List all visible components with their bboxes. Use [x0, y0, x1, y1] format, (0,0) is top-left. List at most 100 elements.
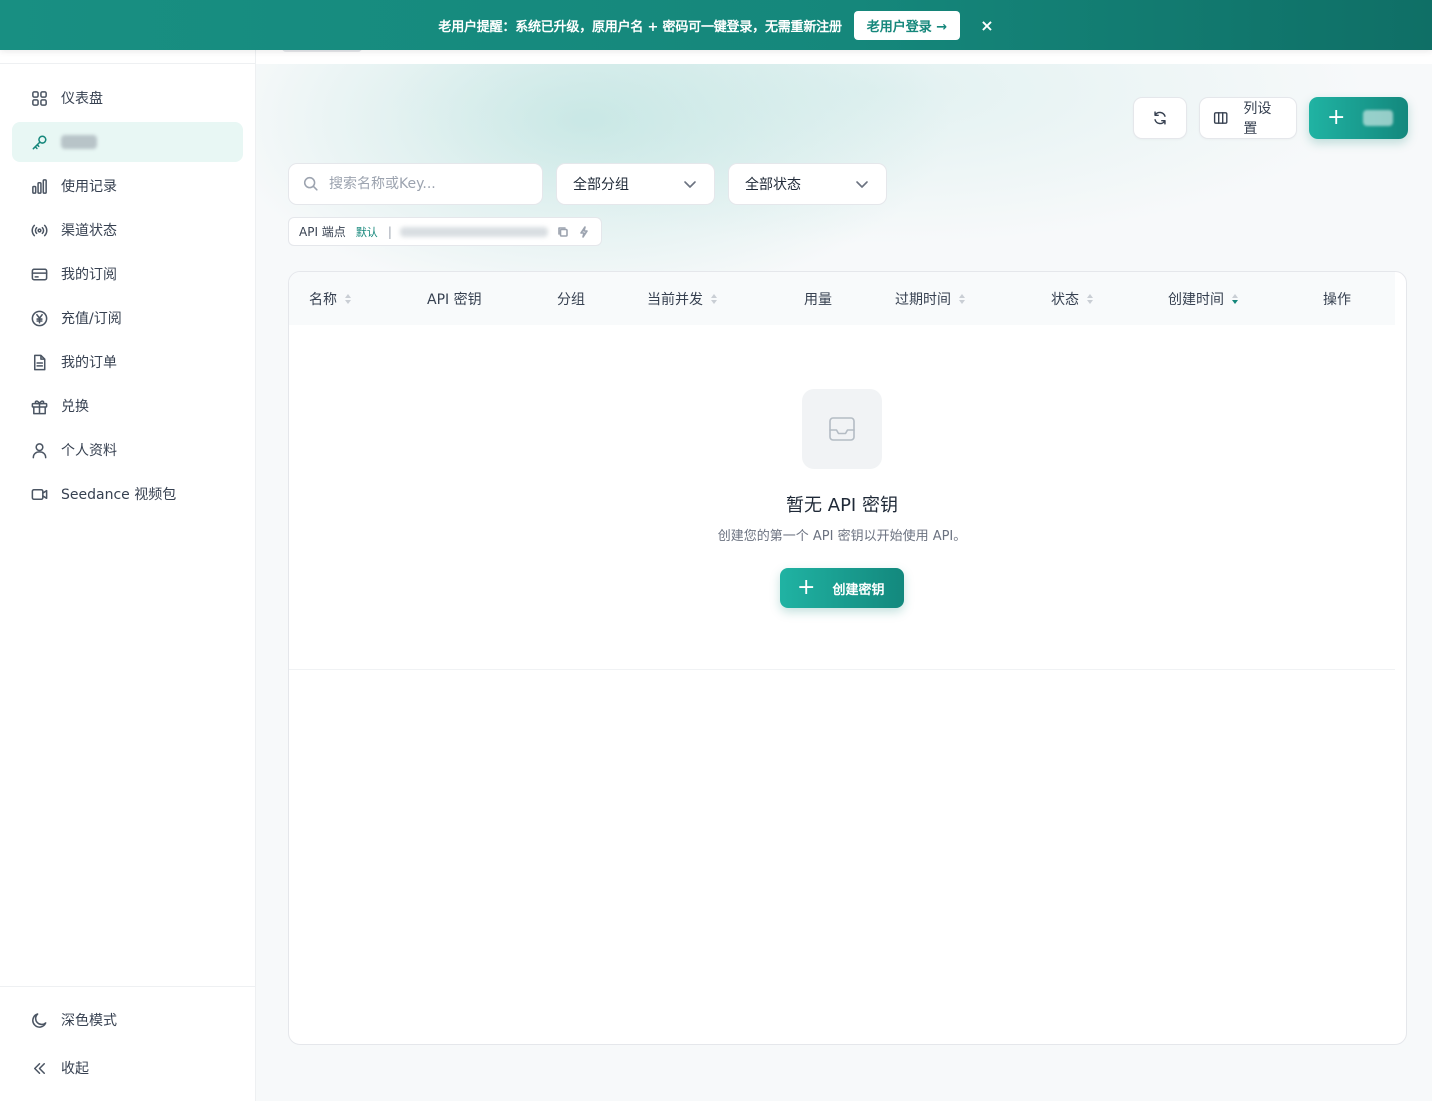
api-endpoint-url-redacted — [399, 226, 548, 237]
column-header-label: 创建时间 — [1168, 291, 1224, 308]
create-key-label: 创建密钥 — [832, 582, 885, 598]
column-header-group: 分组 — [557, 272, 585, 325]
sort-icon — [959, 293, 965, 304]
collapse-label: 收起 — [61, 1061, 89, 1077]
chevron-down-icon — [856, 181, 868, 188]
dark-mode-label: 深色模式 — [61, 1013, 117, 1029]
sidebar-item-label: 个人资料 — [61, 443, 117, 459]
credit-card-icon — [29, 264, 49, 284]
api-endpoint-bar: API 端点 默认 | — [288, 217, 602, 246]
sidebar-item-recharge[interactable]: 充值/订阅 — [12, 298, 243, 338]
column-header-label: API 密钥 — [427, 291, 482, 308]
sidebar-item-label: 仪表盘 — [61, 91, 103, 107]
sidebar-nav: 仪表盘 使用记录 渠道状态 我的订阅 充值/订阅 我的订单 兑换 个人资料 Se… — [12, 78, 243, 518]
announcement-text: 老用户提醒：系统已升级，原用户名 + 密码可一键登录，无需重新注册 — [438, 19, 842, 35]
search-icon — [303, 176, 318, 191]
chevron-down-icon — [684, 181, 696, 188]
column-header-label: 状态 — [1051, 291, 1079, 308]
collapse-sidebar-button[interactable]: 收起 — [12, 1048, 243, 1088]
default-badge: 默认 — [355, 225, 378, 239]
sidebar-item-profile[interactable]: 个人资料 — [12, 430, 243, 470]
video-icon — [29, 484, 49, 504]
refresh-icon — [1154, 111, 1166, 125]
search-input[interactable] — [329, 176, 529, 192]
sidebar-item-label: 我的订单 — [61, 355, 117, 371]
add-key-label-redacted — [1363, 110, 1394, 126]
column-header-created[interactable]: 创建时间 — [1168, 272, 1238, 325]
sidebar-item-channel-status[interactable]: 渠道状态 — [12, 210, 243, 250]
yen-icon — [29, 308, 49, 328]
plus-icon: + — [797, 575, 816, 600]
bar-chart-icon — [29, 176, 49, 196]
group-select[interactable]: 全部分组 — [556, 163, 715, 205]
sidebar-item-seedance[interactable]: Seedance 视频包 — [12, 474, 243, 514]
chevrons-left-icon — [29, 1058, 49, 1078]
lightning-icon[interactable] — [578, 225, 590, 238]
status-select[interactable]: 全部状态 — [728, 163, 887, 205]
column-header-usage: 用量 — [804, 272, 832, 325]
sidebar-divider — [0, 63, 255, 64]
column-header-label: 当前并发 — [647, 291, 703, 308]
table-divider — [289, 669, 1395, 670]
column-settings-button[interactable]: 列设置 — [1199, 97, 1297, 139]
copy-icon[interactable] — [557, 226, 569, 238]
filter-bar: 全部分组 全部状态 — [288, 163, 887, 205]
column-header-actions: 操作 — [1323, 272, 1351, 325]
broadcast-icon — [29, 220, 49, 240]
column-header-label: 名称 — [309, 291, 337, 308]
sidebar-divider — [0, 986, 255, 987]
api-endpoint-label: API 端点 — [299, 225, 346, 239]
table-header: 名称 API 密钥 分组 当前并发 用量 过期时间 状态 创建时间 操作 — [289, 272, 1395, 325]
user-icon — [29, 440, 49, 460]
sidebar-item-orders[interactable]: 我的订单 — [12, 342, 243, 382]
close-banner-button[interactable]: × — [980, 16, 993, 35]
status-select-value: 全部状态 — [745, 177, 801, 193]
column-header-status[interactable]: 状态 — [1051, 272, 1093, 325]
sidebar-item-label-redacted — [61, 135, 97, 149]
dashboard-icon — [29, 88, 49, 108]
sidebar-item-label: 兑换 — [61, 399, 89, 415]
sidebar-footer: 深色模式 收起 — [12, 1000, 243, 1096]
sidebar-item-redeem[interactable]: 兑换 — [12, 386, 243, 426]
main-content: 列设置 + 全部分组 全部状态 API 端点 默认 | 名称 — [256, 0, 1432, 1101]
sort-icon — [1087, 293, 1093, 304]
moon-icon — [29, 1010, 49, 1030]
sidebar-item-api-keys[interactable] — [12, 122, 243, 162]
refresh-button[interactable] — [1133, 97, 1187, 139]
announcement-banner: 老用户提醒：系统已升级，原用户名 + 密码可一键登录，无需重新注册 老用户登录 … — [0, 0, 1432, 50]
search-box[interactable] — [288, 163, 543, 205]
endpoint-separator: | — [387, 224, 392, 239]
plus-icon: + — [1327, 105, 1346, 130]
gift-icon — [29, 396, 49, 416]
columns-icon — [1213, 112, 1228, 124]
toolbar: 列设置 + — [1121, 97, 1408, 139]
sidebar-item-usage[interactable]: 使用记录 — [12, 166, 243, 206]
header-strip — [256, 50, 1432, 64]
column-header-label: 用量 — [804, 291, 832, 308]
sort-icon — [345, 293, 351, 304]
empty-state-description: 创建您的第一个 API 密钥以开始使用 API。 — [717, 529, 967, 544]
key-icon — [29, 132, 49, 152]
sidebar-item-label: 充值/订阅 — [61, 311, 122, 327]
sidebar-item-label: 渠道状态 — [61, 223, 117, 239]
sidebar-item-label: Seedance 视频包 — [61, 487, 177, 503]
empty-state: 暂无 API 密钥 创建您的第一个 API 密钥以开始使用 API。 + 创建密… — [289, 389, 1395, 608]
create-key-button[interactable]: + 创建密钥 — [780, 568, 904, 608]
column-header-label: 过期时间 — [895, 291, 951, 308]
empty-state-title: 暂无 API 密钥 — [786, 495, 898, 516]
dark-mode-toggle[interactable]: 深色模式 — [12, 1000, 243, 1040]
column-header-expiry[interactable]: 过期时间 — [895, 272, 965, 325]
sidebar-item-subscriptions[interactable]: 我的订阅 — [12, 254, 243, 294]
document-icon — [29, 352, 49, 372]
sidebar-item-label: 我的订阅 — [61, 267, 117, 283]
add-key-button[interactable]: + — [1309, 97, 1408, 139]
column-header-concurrency[interactable]: 当前并发 — [647, 272, 717, 325]
sidebar-item-dashboard[interactable]: 仪表盘 — [12, 78, 243, 118]
group-select-value: 全部分组 — [573, 177, 629, 193]
sort-icon — [1232, 293, 1238, 304]
column-header-label: 操作 — [1323, 291, 1351, 308]
legacy-login-button[interactable]: 老用户登录 → — [853, 10, 961, 40]
inbox-icon — [802, 389, 882, 469]
api-keys-table: 名称 API 密钥 分组 当前并发 用量 过期时间 状态 创建时间 操作 暂无 … — [288, 271, 1407, 1045]
column-header-name[interactable]: 名称 — [309, 272, 351, 325]
